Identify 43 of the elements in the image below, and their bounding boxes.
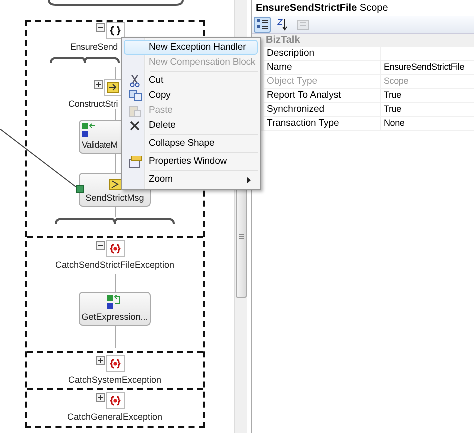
menu-item[interactable]: Cut xyxy=(124,73,258,88)
menu-item[interactable]: New Exception Handler xyxy=(124,40,258,55)
categorized-button[interactable] xyxy=(254,16,271,32)
property-name: Synchronized xyxy=(264,103,381,116)
properties-icon xyxy=(128,156,142,168)
delete-icon xyxy=(130,120,140,130)
expand-toggle[interactable] xyxy=(96,356,104,365)
property-name: Transaction Type xyxy=(264,117,381,130)
braces-icon xyxy=(110,358,120,368)
property-name: Report To Analyst xyxy=(264,89,381,102)
properties-title: EnsureSendStrictFile Scope xyxy=(255,2,390,16)
scissors-icon xyxy=(130,74,140,86)
property-value[interactable]: EnsureSendStrictFile xyxy=(381,61,465,74)
shape-label: EnsureSend xyxy=(69,42,118,52)
braces-icon xyxy=(110,244,120,254)
shape-label: ConstructStri xyxy=(68,99,118,109)
menu-item[interactable]: Properties Window xyxy=(124,154,258,169)
expression-icon xyxy=(107,295,123,309)
collapse-toggle[interactable] xyxy=(96,23,104,32)
shape-label: CatchSendStrictFileException xyxy=(55,260,175,270)
property-name: Name xyxy=(264,61,381,74)
menu-item[interactable]: Copy xyxy=(124,88,258,103)
shape-label: CatchGeneralException xyxy=(67,412,163,422)
braces-icon xyxy=(110,26,120,36)
property-value[interactable]: None xyxy=(381,117,405,130)
property-value[interactable]: True xyxy=(381,103,402,116)
brace-line xyxy=(50,56,120,64)
braces-icon xyxy=(110,396,120,406)
shape-box[interactable]: GetExpression... xyxy=(79,292,151,326)
property-name: Description xyxy=(264,47,381,60)
property-name: Object Type xyxy=(264,75,381,88)
collapse-toggle[interactable] xyxy=(96,241,104,250)
send-icon xyxy=(108,179,122,190)
category-label: BizTalk xyxy=(266,35,300,46)
expand-toggle[interactable] xyxy=(94,80,102,89)
construct-icon xyxy=(107,82,119,93)
paste-icon xyxy=(129,104,141,116)
property-value[interactable]: True xyxy=(381,89,402,102)
expand-toggle[interactable] xyxy=(96,393,104,402)
port-marker[interactable] xyxy=(76,185,84,193)
copy-icon xyxy=(128,90,142,101)
transform-icon xyxy=(82,123,96,137)
shape-label: CatchSystemException xyxy=(68,375,162,385)
